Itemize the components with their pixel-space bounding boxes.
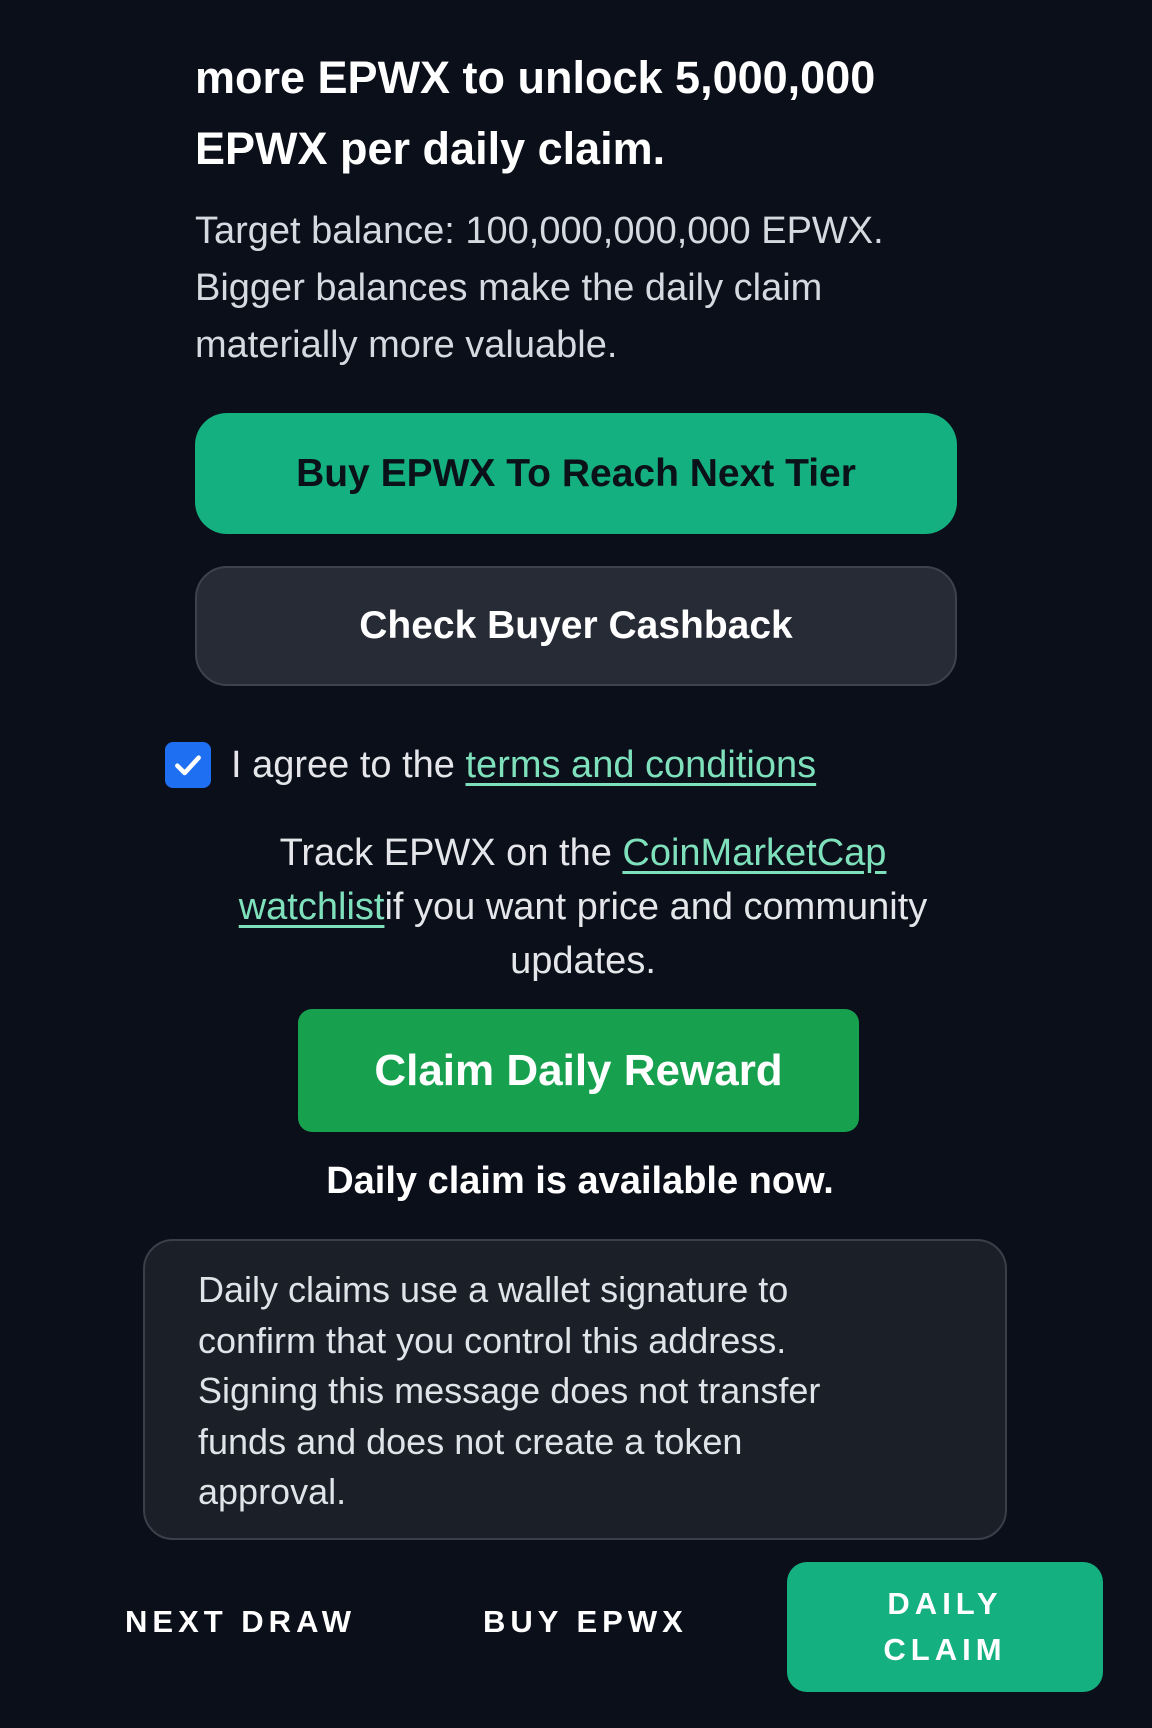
watchlist-note-line-1: Track EPWX on the CoinMarketCap: [178, 826, 988, 880]
watchlist-link[interactable]: watchlist: [239, 886, 385, 928]
tier-heading-line-1: more EPWX to unlock 5,000,000: [195, 52, 876, 103]
nav-daily-claim-line-1: DAILY: [887, 1586, 1003, 1621]
terms-agreement: I agree to the terms and conditions: [231, 738, 816, 792]
checkmark-icon: [175, 755, 201, 776]
signature-info-line-4: funds and does not create a token: [198, 1420, 743, 1462]
nav-daily-claim[interactable]: DAILY CLAIM: [787, 1562, 1103, 1692]
signature-info-line-1: Daily claims use a wallet signature to: [198, 1269, 789, 1310]
watchlist-note-line-2: watchlistif you want price and community: [178, 880, 988, 934]
watchlist-note-suffix: if you want price and community: [384, 886, 928, 928]
signature-info-box: Daily claims use a wallet signature to c…: [143, 1239, 1007, 1540]
tier-heading-line-2: EPWX per daily claim.: [195, 123, 666, 174]
tier-heading: more EPWX to unlock 5,000,000 EPWX per d…: [195, 42, 995, 184]
target-balance-line-2: Bigger balances make the daily claim: [195, 267, 823, 309]
nav-buy-epwx[interactable]: BUY EPWX: [483, 1604, 688, 1640]
coinmarketcap-link[interactable]: CoinMarketCap: [622, 832, 886, 874]
terms-link[interactable]: terms and conditions: [466, 744, 817, 786]
signature-info-line-3: Signing this message does not transfer: [198, 1370, 821, 1411]
check-cashback-button[interactable]: Check Buyer Cashback: [195, 566, 957, 686]
watchlist-note-prefix: Track EPWX on the: [279, 832, 623, 874]
target-balance-text: Target balance: 100,000,000,000 EPWX. Bi…: [195, 203, 1015, 374]
target-balance-line-3: materially more valuable.: [195, 324, 618, 366]
nav-next-draw[interactable]: NEXT DRAW: [125, 1604, 356, 1640]
nav-daily-claim-line-2: CLAIM: [883, 1632, 1007, 1667]
buy-next-tier-button[interactable]: Buy EPWX To Reach Next Tier: [195, 413, 957, 534]
watchlist-note: Track EPWX on the CoinMarketCap watchlis…: [178, 826, 988, 988]
claim-daily-reward-button[interactable]: Claim Daily Reward: [298, 1009, 859, 1132]
signature-info-line-2: confirm that you control this address.: [198, 1319, 787, 1361]
terms-checkbox[interactable]: [165, 742, 211, 788]
target-balance-line-1: Target balance: 100,000,000,000 EPWX.: [195, 210, 884, 252]
claim-status-text: Daily claim is available now.: [326, 1160, 834, 1202]
watchlist-note-line-3: updates.: [510, 940, 656, 982]
signature-info-line-5: approval.: [198, 1471, 347, 1512]
terms-agreement-prefix: I agree to the: [231, 744, 466, 786]
